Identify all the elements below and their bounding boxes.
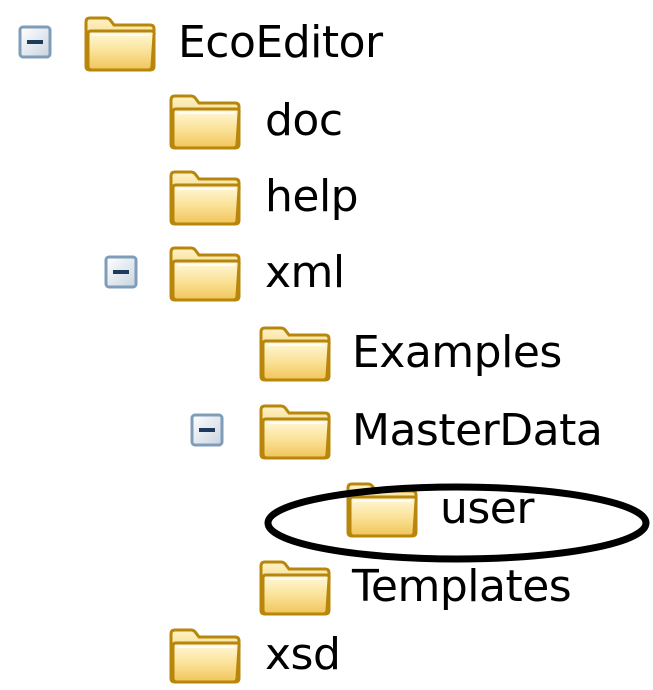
tree-node-xsd[interactable]: xsd bbox=[0, 622, 380, 686]
tree-node-user[interactable]: user bbox=[0, 476, 560, 540]
tree-node-masterdata[interactable]: MasterData bbox=[0, 398, 620, 462]
collapse-toggle-icon[interactable] bbox=[104, 255, 138, 289]
tree-node-label: help bbox=[265, 171, 359, 222]
tree-node-label: xsd bbox=[265, 629, 341, 680]
folder-icon bbox=[165, 622, 245, 686]
collapse-toggle-icon[interactable] bbox=[190, 413, 224, 447]
tree-node-xml[interactable]: xml bbox=[0, 240, 380, 304]
tree-node-label: xml bbox=[265, 247, 345, 298]
tree-node-templates[interactable]: Templates bbox=[0, 554, 600, 618]
tree-node-help[interactable]: help bbox=[0, 164, 380, 228]
folder-icon bbox=[255, 398, 335, 462]
folder-icon bbox=[255, 320, 335, 384]
folder-icon bbox=[342, 476, 422, 540]
tree-node-label: Examples bbox=[352, 327, 562, 378]
folder-icon bbox=[165, 240, 245, 304]
folder-icon bbox=[80, 10, 160, 74]
folder-icon bbox=[165, 88, 245, 152]
tree-node-ecoeditor[interactable]: EcoEditor bbox=[0, 10, 420, 74]
folder-icon bbox=[255, 554, 335, 618]
tree-node-doc[interactable]: doc bbox=[0, 88, 360, 152]
folder-tree: EcoEditor doc help xml Examples MasterDa… bbox=[0, 0, 653, 689]
tree-node-label: doc bbox=[265, 95, 343, 146]
collapse-toggle-icon[interactable] bbox=[18, 25, 52, 59]
tree-node-label: Templates bbox=[352, 561, 572, 612]
tree-node-label: EcoEditor bbox=[178, 17, 383, 68]
tree-node-label: MasterData bbox=[352, 405, 603, 456]
tree-node-examples[interactable]: Examples bbox=[0, 320, 580, 384]
tree-node-label: user bbox=[440, 483, 534, 534]
folder-icon bbox=[165, 164, 245, 228]
